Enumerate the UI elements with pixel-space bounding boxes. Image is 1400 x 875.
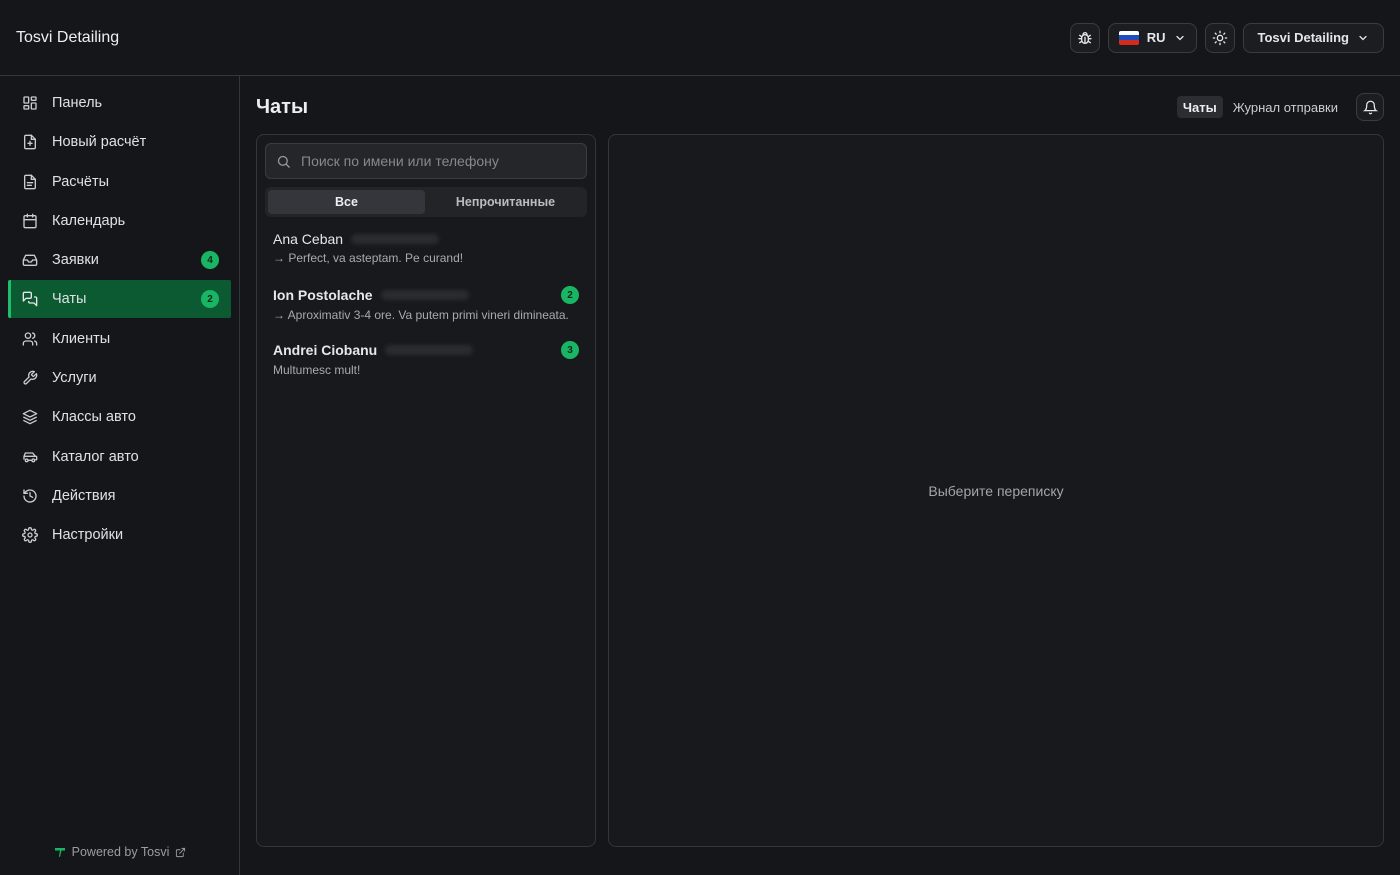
sidebar-item-label: Панель (52, 95, 103, 111)
chat-list-item[interactable]: Ana Ceban → Perfect, va asteptam. Pe cur… (265, 223, 587, 278)
dashboard-icon (23, 96, 37, 110)
bug-icon (1078, 31, 1092, 44)
header-actions: RU Tosvi Detailing (1069, 22, 1384, 53)
sidebar-item-label: Классы авто (52, 409, 136, 426)
unread-count-badge: 3 (561, 341, 579, 359)
filter-toggle: Все Непрочитанные (265, 187, 587, 217)
car-icon (23, 452, 38, 463)
account-name: Tosvi Detailing (1257, 30, 1350, 45)
sidebar-item-label: Расчёты (52, 173, 110, 190)
sidebar-item-label: Каталог авто (52, 448, 139, 465)
chat-list: Ana Ceban → Perfect, va asteptam. Pe cur… (265, 223, 587, 388)
search-box (265, 143, 587, 179)
chat-last-message: → Aproximativ 3-4 ore. Va putem primi vi… (273, 308, 569, 322)
theme-toggle-button[interactable] (1204, 22, 1235, 53)
sidebar-item-label: Чаты (52, 291, 87, 308)
sidebar-item-activity[interactable]: Действия (8, 477, 231, 515)
file-plus-icon (24, 134, 36, 150)
sidebar-item-label: Настройки (52, 527, 124, 544)
tab-send-log[interactable]: Журнал отправки (1227, 96, 1344, 118)
top-header: Tosvi Detailing RU Tosvi Detailing (0, 0, 1400, 76)
unread-count-badge: 2 (561, 286, 579, 304)
filter-unread[interactable]: Непрочитанные (427, 190, 584, 214)
bell-icon (1362, 100, 1378, 114)
sidebar-item-label: Действия (52, 487, 116, 504)
sidebar-item-car-catalog[interactable]: Каталог авто (8, 438, 231, 476)
sidebar-item-label: Клиенты (52, 330, 111, 347)
sidebar-item-label: Календарь (52, 212, 126, 229)
chat-icon (22, 292, 38, 307)
chat-list-item[interactable]: Andrei Ciobanu 3 Multumesc mult! (265, 333, 587, 388)
inbox-icon (22, 254, 38, 267)
language-code: RU (1146, 30, 1166, 45)
external-link-icon (176, 847, 186, 857)
russia-flag-icon (1118, 30, 1139, 45)
language-select[interactable]: RU (1107, 22, 1197, 53)
history-icon (23, 489, 37, 503)
tosvi-logo-icon (54, 848, 65, 857)
sidebar-item-car-classes[interactable]: Классы авто (8, 398, 231, 436)
brand-name[interactable]: Tosvi Detailing (16, 29, 119, 47)
sidebar-item-requests[interactable]: Заявки 4 (8, 241, 231, 279)
chat-contact-name: Ion Postolache (273, 287, 373, 303)
sidebar-item-new-estimate[interactable]: Новый расчёт (8, 123, 231, 161)
view-tabs: Чаты Журнал отправки (1176, 96, 1344, 118)
sidebar-item-settings[interactable]: Настройки (8, 516, 231, 554)
search-input[interactable] (301, 153, 576, 169)
main-content: Чаты Чаты Журнал отправки Все Непрочитан… (240, 76, 1400, 875)
conversation-panel: Выберите переписку (608, 134, 1384, 847)
powered-by-link[interactable]: Powered by Tosvi (0, 845, 240, 859)
tab-chats[interactable]: Чаты (1176, 96, 1223, 118)
calendar-icon (23, 213, 37, 229)
sidebar-item-label: Услуги (52, 370, 97, 387)
chat-last-message: Multumesc mult! (273, 363, 361, 377)
sidebar-item-estimates[interactable]: Расчёты (8, 163, 231, 201)
blurred-phone (351, 234, 440, 244)
blurred-phone (380, 290, 469, 300)
powered-by-text: Powered by Tosvi (71, 845, 170, 859)
sidebar-item-calendar[interactable]: Календарь (8, 202, 231, 240)
account-menu-button[interactable]: Tosvi Detailing (1242, 22, 1384, 53)
sun-icon (1212, 30, 1227, 45)
filter-all[interactable]: Все (268, 190, 425, 214)
empty-state-text: Выберите переписку (928, 482, 1064, 499)
sidebar-item-chats[interactable]: Чаты 2 (8, 280, 231, 319)
wrench-icon (23, 370, 38, 385)
sidebar: Панель Новый расчёт Расчёты Календарь За… (0, 76, 240, 875)
bug-report-button[interactable] (1069, 22, 1100, 53)
users-icon (22, 332, 38, 346)
file-text-icon (24, 174, 36, 189)
sidebar-item-label: Заявки (52, 252, 99, 269)
blurred-phone (385, 345, 474, 355)
sidebar-item-clients[interactable]: Клиенты (8, 320, 231, 358)
gear-icon (22, 527, 38, 544)
chat-contact-name: Ana Ceban (273, 231, 344, 247)
notifications-button[interactable] (1356, 93, 1384, 121)
layers-icon (22, 410, 38, 425)
chat-contact-name: Andrei Ciobanu (273, 342, 378, 358)
sidebar-item-services[interactable]: Услуги (8, 359, 231, 397)
chevron-down-icon (1175, 35, 1184, 40)
chats-count-badge: 2 (201, 290, 219, 309)
sidebar-item-dashboard[interactable]: Панель (8, 84, 231, 122)
chat-list-panel: Все Непрочитанные Ana Ceban → Perfect, v… (256, 134, 596, 847)
requests-count-badge: 4 (201, 251, 219, 270)
search-icon (277, 155, 290, 168)
chevron-down-icon (1359, 35, 1367, 40)
chat-last-message: → Perfect, va asteptam. Pe curand! (273, 251, 464, 265)
page-title: Чаты (256, 96, 309, 118)
sidebar-item-label: Новый расчёт (52, 134, 147, 151)
chat-list-item[interactable]: Ion Postolache 2 → Aproximativ 3-4 ore. … (265, 278, 587, 333)
